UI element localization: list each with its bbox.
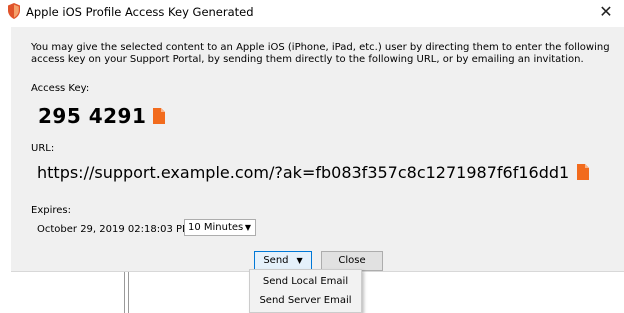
menu-item-send-server-email[interactable]: Send Server Email (250, 292, 361, 310)
divider (128, 272, 129, 313)
dialog-body: You may give the selected content to an … (11, 27, 624, 271)
send-options-menu: Send Local Email Send Server Email (249, 269, 362, 313)
access-key-label: Access Key: (31, 83, 90, 94)
close-window-button[interactable]: ✕ (594, 1, 618, 23)
expires-date: October 29, 2019 02:18:03 PM (37, 224, 191, 235)
url-value: https://support.example.com/?ak=fb083f35… (37, 163, 570, 182)
close-button[interactable]: Close (321, 251, 383, 271)
send-button-label: Send (263, 255, 289, 266)
shield-icon (8, 3, 20, 19)
copy-url-icon[interactable] (577, 164, 589, 180)
expiration-duration-select[interactable]: 10 Minutes ▼ (184, 219, 256, 236)
divider (124, 272, 125, 313)
chevron-down-icon: ▼ (244, 223, 251, 232)
title-bar[interactable]: Apple iOS Profile Access Key Generated ✕ (0, 0, 624, 26)
url-label: URL: (31, 143, 55, 154)
access-key-value: 295 4291 (38, 104, 147, 128)
window-title: Apple iOS Profile Access Key Generated (26, 5, 254, 19)
menu-item-send-local-email[interactable]: Send Local Email (250, 273, 361, 291)
dialog-window: Apple iOS Profile Access Key Generated ✕… (0, 0, 624, 313)
expires-label: Expires: (31, 205, 71, 216)
instructions-text: You may give the selected content to an … (31, 42, 610, 65)
send-button[interactable]: Send ▼ (254, 251, 312, 271)
close-button-label: Close (338, 255, 366, 266)
expiration-duration-value: 10 Minutes (188, 222, 244, 233)
copy-access-key-icon[interactable] (153, 108, 165, 124)
chevron-down-icon: ▼ (296, 256, 303, 265)
